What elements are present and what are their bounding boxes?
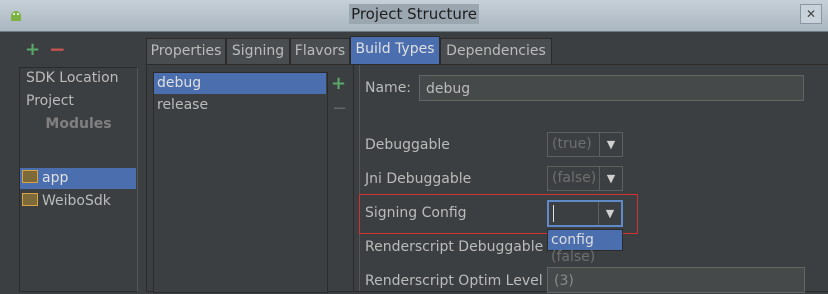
build-type-debug[interactable]: debug (157, 75, 201, 91)
window-title: Project Structure (349, 4, 479, 24)
sidebar-item-weibosdk[interactable]: WeiboSdk (22, 193, 111, 209)
sidebar-item-sdk-location[interactable]: SDK Location (26, 70, 119, 86)
jni-debuggable-value: (false) (552, 170, 597, 186)
title-bar: Project Structure ✕ (0, 0, 828, 32)
signing-config-option[interactable]: config (547, 229, 623, 251)
renderscript-optim-label: Renderscript Optim Level (365, 273, 543, 289)
tab-flavors[interactable]: Flavors (290, 38, 350, 65)
tab-properties[interactable]: Properties (146, 38, 226, 65)
signing-config-combo[interactable]: ▼ (547, 200, 623, 227)
tab-dependencies[interactable]: Dependencies (440, 38, 552, 65)
module-icon (22, 193, 38, 206)
sidebar-item-project[interactable]: Project (26, 93, 74, 109)
tab-signing[interactable]: Signing (226, 38, 290, 65)
left-pane: + − SDK Location Project Modules app Wei… (16, 33, 138, 292)
chevron-down-icon[interactable]: ▼ (599, 167, 622, 190)
structure-list: SDK Location Project Modules app WeiboSd… (19, 67, 138, 292)
build-types-panel: debug release + − Name: debug Debuggable… (146, 64, 828, 293)
remove-build-type-button[interactable]: − (332, 98, 347, 119)
remove-module-button[interactable]: − (49, 37, 66, 61)
module-label: WeiboSdk (42, 193, 111, 209)
renderscript-optim-field[interactable]: (3) (547, 267, 805, 293)
name-label: Name: (365, 80, 412, 96)
divider (359, 65, 360, 291)
sidebar-item-app[interactable]: app (22, 170, 68, 186)
text-caret (553, 205, 554, 222)
debuggable-combo[interactable]: (true) ▼ (547, 132, 623, 157)
signing-config-label: Signing Config (365, 205, 467, 221)
add-build-type-button[interactable]: + (331, 73, 346, 94)
build-type-list: debug release (153, 72, 328, 293)
build-type-release[interactable]: release (157, 97, 208, 113)
jni-debuggable-label: Jni Debuggable (365, 171, 472, 187)
debuggable-value: (true) (552, 136, 592, 152)
name-field[interactable]: debug (419, 75, 804, 101)
renderscript-debuggable-label: Renderscript Debuggable (365, 239, 544, 255)
renderscript-debuggable-value: (false) (551, 249, 596, 265)
debuggable-label: Debuggable (365, 137, 450, 153)
add-module-button[interactable]: + (25, 39, 40, 60)
divider (353, 65, 354, 291)
chevron-down-icon[interactable]: ▼ (598, 202, 621, 225)
module-label: app (42, 170, 69, 186)
jni-debuggable-combo[interactable]: (false) ▼ (547, 166, 623, 191)
tab-build-types[interactable]: Build Types (350, 36, 440, 65)
chevron-down-icon[interactable]: ▼ (599, 133, 622, 156)
close-button[interactable]: ✕ (800, 4, 822, 24)
module-icon (22, 170, 38, 183)
modules-section-header: Modules (45, 116, 112, 132)
